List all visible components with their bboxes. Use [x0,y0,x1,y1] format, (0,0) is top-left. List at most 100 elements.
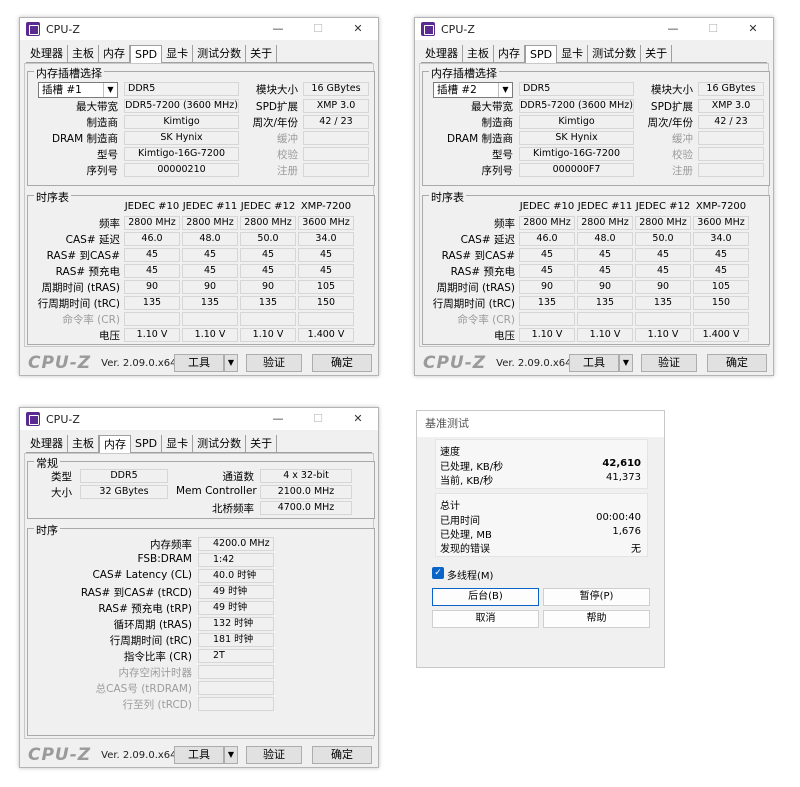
tab-memory[interactable]: 内存 [494,45,525,63]
ok-button[interactable]: 确定 [312,746,372,764]
ras-precharge-label: RAS# 预充电 [55,266,120,278]
timing-cell: 45 [124,264,180,278]
version-label: Ver. 2.09.0.x64 [101,357,177,369]
timing-cell: 2800 MHz [240,216,296,230]
processed-mb-value: 1,676 [612,526,641,537]
timing-row-label: 总CAS号 (tRDRAM) [95,683,192,695]
timing-cell: 1.10 V [519,328,575,342]
cpuz-app-icon [26,412,40,426]
tools-button[interactable]: 工具 [174,746,224,764]
minimize-button[interactable]: — [258,18,298,40]
tab-mainboard[interactable]: 主板 [68,435,99,453]
timing-cell: 45 [519,264,575,278]
tab-bench[interactable]: 测试分数 [193,435,247,453]
serial-number-label: 序列号 [86,165,119,177]
close-button[interactable]: ✕ [338,18,378,40]
multithread-checkbox[interactable]: ✓ [432,567,444,579]
timing-cell: 90 [519,280,575,294]
timing-row-value [198,665,274,679]
col-header: JEDEC #10 [519,201,575,212]
ok-button[interactable]: 确定 [707,354,767,372]
timing-cell: 3600 MHz [693,216,749,230]
tab-memory[interactable]: 内存 [99,45,130,63]
correction-value [698,147,764,161]
timing-cell: 135 [577,296,633,310]
version-label: Ver. 2.09.0.x64 [101,749,177,761]
timing-cell: 45 [298,248,354,262]
dram-manufacturer-label: DRAM 制造商 [51,133,118,145]
chevron-down-icon[interactable]: ▼ [224,354,238,372]
timing-cell: 45 [182,248,238,262]
timing-cell: 2800 MHz [577,216,633,230]
timing-row-value: 40.0 时钟 [198,569,274,583]
tab-memory[interactable]: 内存 [99,435,131,454]
cancel-button[interactable]: 取消 [432,610,539,628]
slot-select[interactable]: 插槽 #2 ▼ [433,82,513,98]
timing-cell: 45 [635,264,691,278]
multithread-label[interactable]: 多线程(M) [447,567,493,582]
errors-label: 发现的错误 [440,544,490,555]
tab-cpu[interactable]: 处理器 [421,45,463,63]
close-button[interactable]: ✕ [338,408,378,430]
pause-button[interactable]: 暂停(P) [543,588,650,606]
timing-cell: 105 [693,280,749,294]
tab-bench[interactable]: 测试分数 [588,45,642,63]
tab-bench[interactable]: 测试分数 [193,45,247,63]
tab-spd[interactable]: SPD [525,45,558,64]
window-title: CPU-Z [46,22,80,36]
tab-spd[interactable]: SPD [130,45,163,64]
slot-select[interactable]: 插槽 #1 ▼ [38,82,118,98]
registered-value [303,163,369,177]
chevron-down-icon[interactable]: ▼ [224,746,238,764]
chevron-down-icon[interactable]: ▼ [498,83,512,97]
background-button[interactable]: 后台(B) [432,588,539,606]
maximize-button[interactable]: ☐ [298,408,338,430]
chevron-down-icon[interactable]: ▼ [103,83,117,97]
tab-mainboard[interactable]: 主板 [68,45,99,63]
validate-button[interactable]: 验证 [246,746,302,764]
tools-button[interactable]: 工具 [174,354,224,372]
cpuz-window-spd-slot1: CPU-Z — ☐ ✕ 处理器 主板 内存 SPD 显卡 测试分数 关于 内存插… [19,17,379,376]
tab-about[interactable]: 关于 [246,45,278,63]
timing-row-value: 181 时钟 [198,633,274,647]
minimize-button[interactable]: — [653,18,693,40]
tab-cpu[interactable]: 处理器 [26,435,68,453]
maximize-button[interactable]: ☐ [693,18,733,40]
tab-graphics[interactable]: 显卡 [162,45,194,63]
timing-row-value [198,681,274,695]
title-bar: CPU-Z — ☐ ✕ [20,18,378,40]
tab-about[interactable]: 关于 [641,45,673,63]
buffered-value [303,131,369,145]
spd-ext-label: SPD扩展 [650,101,693,113]
help-button[interactable]: 帮助 [543,610,650,628]
ras-to-cas-label: RAS# 到CAS# [441,250,515,262]
tab-graphics[interactable]: 显卡 [557,45,589,63]
maximize-button[interactable]: ☐ [298,18,338,40]
timing-cell: 48.0 [182,232,238,246]
current-row: 当前, KB/秒 41,373 [440,472,641,487]
serial-number-value: 000000F7 [519,163,634,177]
ok-button[interactable]: 确定 [312,354,372,372]
tab-bar: 处理器 主板 内存 SPD 显卡 测试分数 关于 [421,45,767,64]
title-bar: CPU-Z — ☐ ✕ [20,408,378,430]
timing-cell: 90 [182,280,238,294]
close-button[interactable]: ✕ [733,18,773,40]
validate-button[interactable]: 验证 [246,354,302,372]
trc-label: 行周期时间 (tRC) [432,298,515,310]
tab-mainboard[interactable]: 主板 [463,45,494,63]
minimize-button[interactable]: — [258,408,298,430]
tools-button[interactable]: 工具 [569,354,619,372]
chevron-down-icon[interactable]: ▼ [619,354,633,372]
errors-row: 发现的错误 无 [440,540,641,555]
validate-button[interactable]: 验证 [641,354,697,372]
timing-row-label: FSB:DRAM [137,553,192,565]
tab-graphics[interactable]: 显卡 [162,435,194,453]
timing-cell: 34.0 [693,232,749,246]
timing-cell: 45 [240,264,296,278]
max-bandwidth-label: 最大带宽 [471,101,513,113]
tab-about[interactable]: 关于 [246,435,278,453]
timing-row-label: 行周期时间 (tRC) [109,635,192,647]
timing-row-label: 指令比率 (CR) [123,651,192,663]
tab-cpu[interactable]: 处理器 [26,45,68,63]
tab-spd[interactable]: SPD [131,435,163,453]
